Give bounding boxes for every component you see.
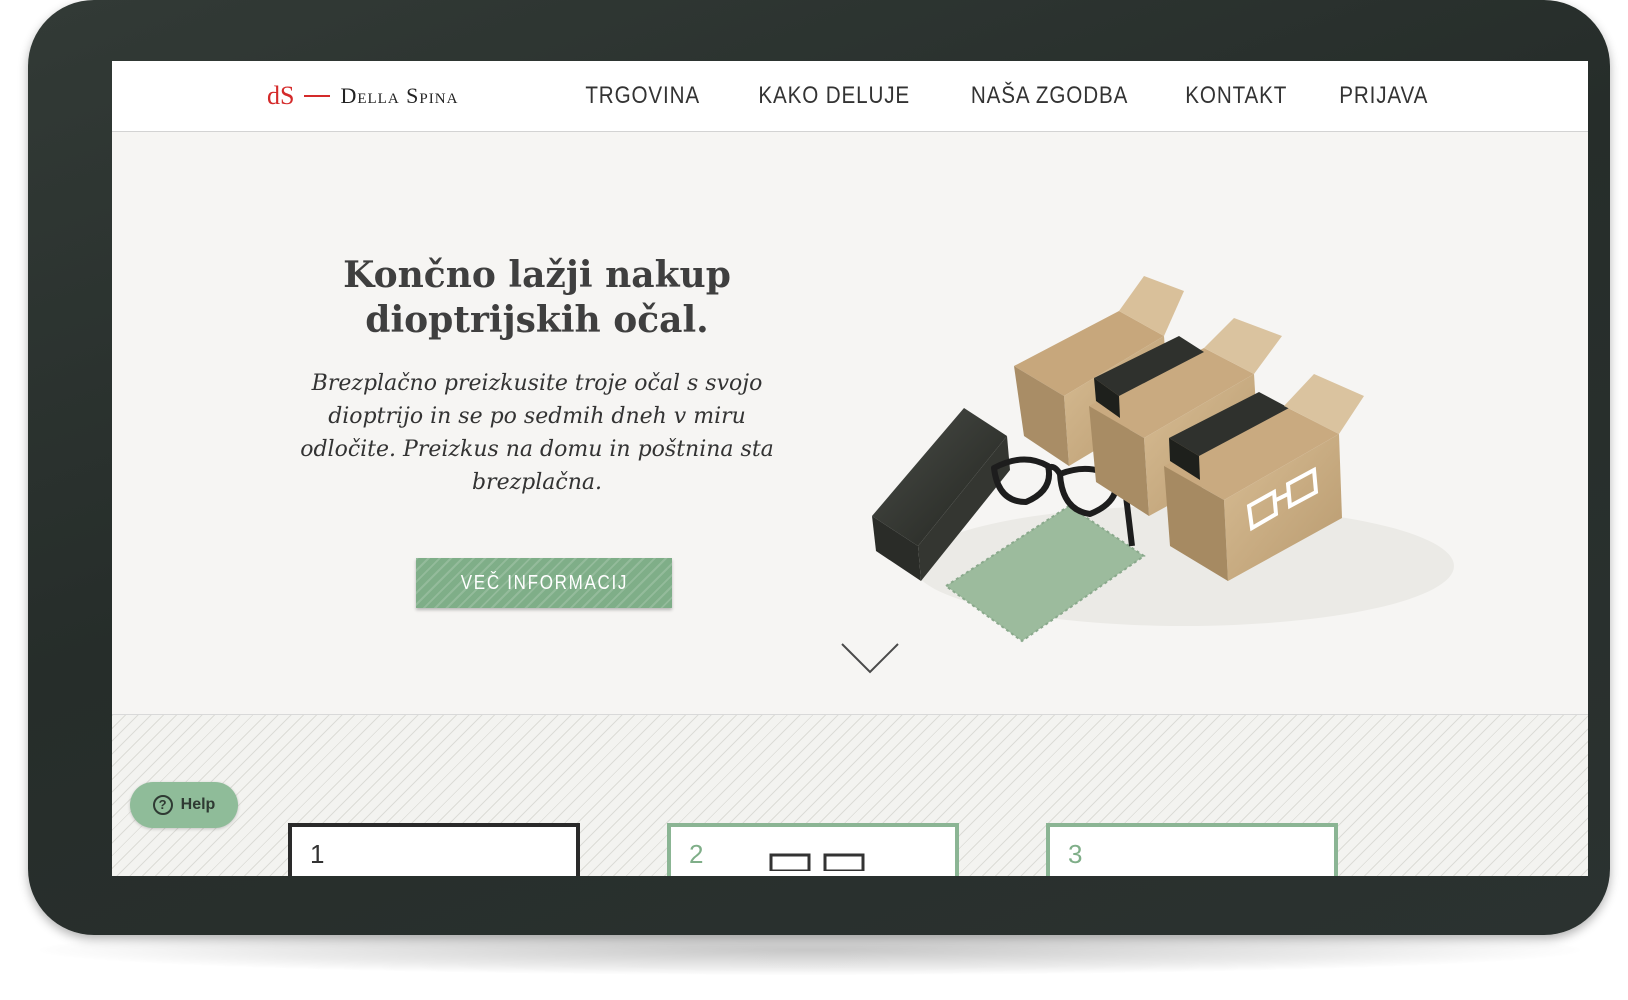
step-card-1[interactable]: 1: [288, 823, 580, 876]
nav-item-trgovina[interactable]: TRGOVINA: [586, 82, 701, 110]
main-nav: TRGOVINA KAKO DELUJE NAŠA ZGODBA KONTAKT…: [576, 79, 1435, 113]
step-card-3[interactable]: 3: [1046, 823, 1338, 876]
nav-item-prijava[interactable]: PRIJAVA: [1339, 82, 1428, 110]
nav-item-kako-deluje[interactable]: KAKO DELUJE: [758, 82, 910, 110]
help-label: Help: [180, 796, 216, 813]
step-number: 2: [689, 839, 704, 869]
logo-mark: dS: [267, 81, 295, 110]
help-button[interactable]: ? Help: [130, 782, 238, 828]
nav-item-nasa-zgodba[interactable]: NAŠA ZGODBA: [971, 82, 1128, 110]
more-info-button[interactable]: VEČ INFORMACIJ: [416, 558, 672, 608]
logo-name: Della Spina: [340, 83, 459, 108]
hero-description: Brezplačno preizkusite troje očal s svoj…: [300, 371, 774, 495]
logo-dash: [304, 95, 331, 97]
glasses-icon: [769, 853, 865, 871]
more-info-label: VEČ INFORMACIJ: [460, 571, 628, 594]
steps-section: 1 2 3: [112, 714, 1588, 876]
step-card-2[interactable]: 2: [667, 823, 959, 876]
device-frame: dS Della Spina TRGOVINA KAKO DELUJE NAŠA…: [28, 0, 1610, 935]
product-image: [872, 276, 1454, 643]
step-number: 1: [310, 839, 325, 869]
site-header: dS Della Spina TRGOVINA KAKO DELUJE NAŠA…: [112, 61, 1588, 132]
step-number: 3: [1068, 839, 1083, 869]
browser-screen: dS Della Spina TRGOVINA KAKO DELUJE NAŠA…: [112, 61, 1588, 876]
hero-title: Končno lažji nakup dioptrijskih očal.: [343, 254, 731, 341]
chevron-down-icon[interactable]: [840, 642, 900, 674]
question-circle-icon: ?: [152, 795, 173, 815]
nav-item-kontakt[interactable]: KONTAKT: [1185, 82, 1287, 110]
brand-logo[interactable]: dS Della Spina: [267, 81, 458, 111]
